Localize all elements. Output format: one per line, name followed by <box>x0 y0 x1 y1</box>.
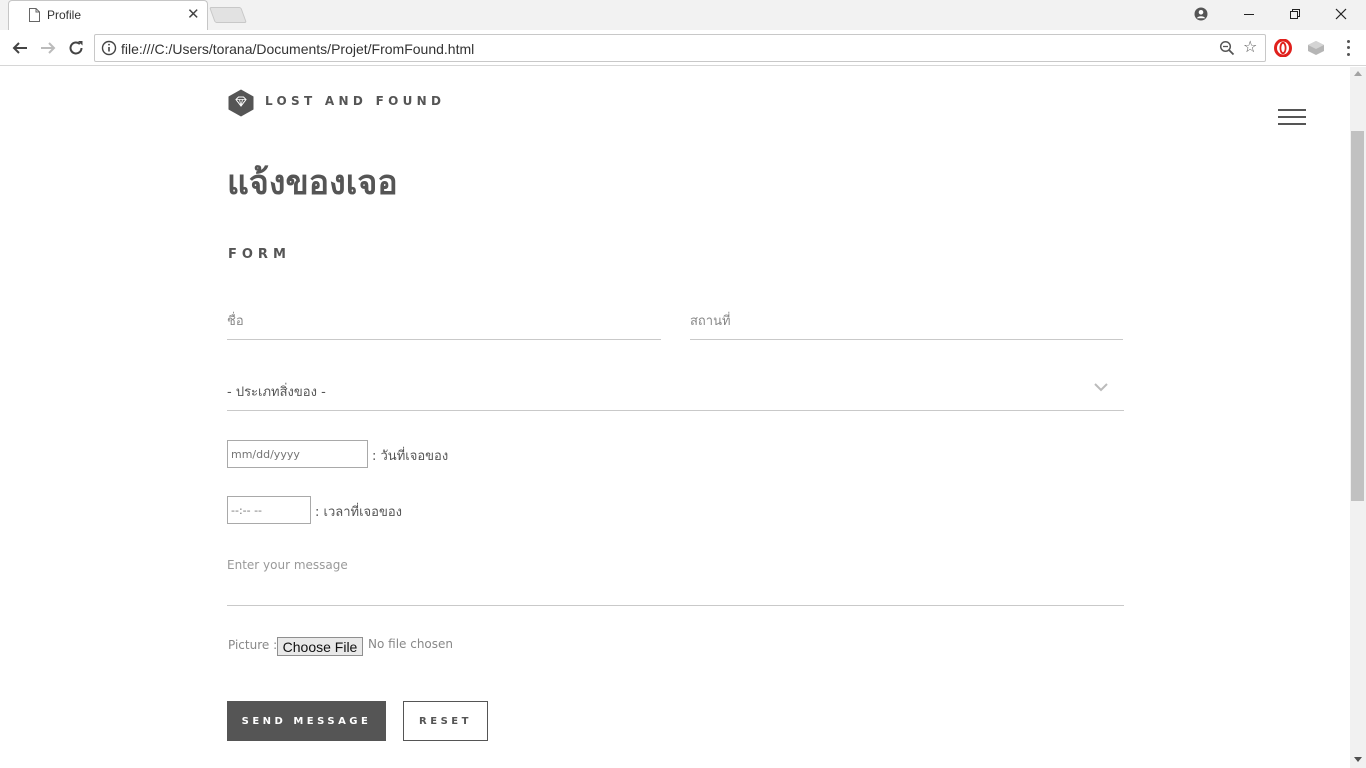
window-close-icon[interactable] <box>1318 0 1364 28</box>
scroll-up-arrow-icon[interactable] <box>1354 71 1362 76</box>
diamond-logo-icon <box>228 89 254 117</box>
scroll-down-arrow-icon[interactable] <box>1354 757 1362 762</box>
reload-icon[interactable] <box>64 36 88 60</box>
name-input[interactable] <box>227 303 661 340</box>
back-icon[interactable] <box>8 36 32 60</box>
picture-label: Picture : <box>228 638 278 652</box>
date-label: : วันที่เจอของ <box>372 449 449 464</box>
info-icon[interactable] <box>101 40 117 56</box>
restore-icon[interactable] <box>1272 0 1318 28</box>
bookmark-star-icon[interactable]: ☆ <box>1243 38 1257 56</box>
tab-close-icon[interactable]: ✕ <box>187 7 200 23</box>
hamburger-menu-icon[interactable] <box>1278 107 1308 127</box>
vertical-scrollbar[interactable] <box>1350 67 1366 768</box>
new-tab-button[interactable] <box>209 7 247 23</box>
message-textarea[interactable] <box>227 555 1124 606</box>
profile-icon[interactable] <box>1178 0 1224 28</box>
zoom-icon[interactable] <box>1219 40 1235 56</box>
brand-name[interactable]: LOST AND FOUND <box>265 94 445 108</box>
file-status-text: No file chosen <box>368 637 454 651</box>
extension-icon[interactable] <box>1306 39 1326 57</box>
place-input[interactable] <box>690 303 1123 340</box>
browser-toolbar: file:///C:/Users/torana/Documents/Projet… <box>0 30 1366 66</box>
more-menu-icon[interactable] <box>1340 38 1356 58</box>
tab-strip: Profile ✕ <box>0 0 1366 30</box>
tab-title: Profile <box>47 8 82 22</box>
page-viewport: LOST AND FOUND แจ้งของเจอ FORM - ประเภทส… <box>0 67 1350 768</box>
time-input[interactable] <box>227 496 311 524</box>
category-select[interactable]: - ประเภทสิ่งของ - <box>227 375 1124 411</box>
chevron-down-icon <box>1094 383 1108 392</box>
url-text[interactable]: file:///C:/Users/torana/Documents/Projet… <box>121 41 474 57</box>
forward-icon[interactable] <box>36 36 60 60</box>
choose-file-button[interactable]: Choose File <box>277 637 363 656</box>
scroll-thumb[interactable] <box>1351 131 1364 501</box>
form-section-label: FORM <box>228 247 291 262</box>
date-input[interactable] <box>227 440 368 468</box>
minimize-icon[interactable] <box>1226 0 1272 28</box>
address-bar[interactable]: file:///C:/Users/torana/Documents/Projet… <box>94 34 1266 62</box>
page-title: แจ้งของเจอ <box>227 163 398 203</box>
page-icon <box>29 8 40 22</box>
opera-extension-icon[interactable] <box>1274 39 1292 57</box>
reset-button[interactable]: RESET <box>403 701 488 741</box>
send-message-button[interactable]: SEND MESSAGE <box>227 701 386 741</box>
category-select-value: - ประเภทสิ่งของ - <box>227 385 326 400</box>
tab-profile[interactable]: Profile ✕ <box>8 0 208 30</box>
time-label: : เวลาที่เจอของ <box>315 505 403 520</box>
